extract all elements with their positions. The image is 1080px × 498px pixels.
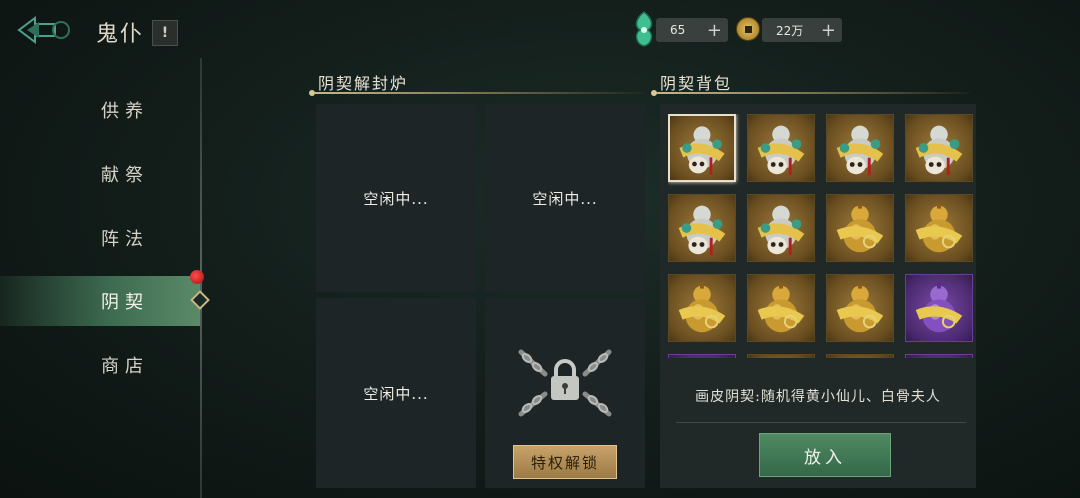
bag-item-slot[interactable] bbox=[747, 354, 815, 358]
jade-add-button[interactable]: + bbox=[707, 20, 722, 41]
bag-item-slot[interactable] bbox=[747, 114, 815, 182]
gourd-purple-icon bbox=[915, 282, 963, 333]
sidebar-item-shop[interactable]: 商店 bbox=[0, 340, 200, 390]
chain-lock-icon bbox=[518, 349, 612, 417]
gourd-gold-icon bbox=[915, 202, 963, 253]
jade-amount: 65 bbox=[670, 23, 686, 37]
bag-item-slot[interactable] bbox=[668, 194, 736, 262]
page-title: 鬼仆 bbox=[96, 22, 145, 47]
sidebar-item-label: 供养 bbox=[101, 101, 149, 122]
bag-item-slot[interactable] bbox=[826, 194, 894, 262]
sidebar: 供养 献祭 阵法 阴契 商店 bbox=[0, 58, 215, 498]
bag-item-slot[interactable] bbox=[905, 114, 973, 182]
sidebar-item-label: 阵法 bbox=[101, 229, 149, 250]
slot-status: 空闲中... bbox=[363, 384, 429, 403]
section-divider bbox=[656, 92, 970, 94]
item-description: 画皮阴契:随机得黄小仙儿、白骨夫人 bbox=[695, 389, 941, 405]
jade-icon bbox=[635, 11, 653, 47]
gourd-skull-icon bbox=[678, 205, 726, 256]
gourd-skull-icon bbox=[915, 125, 963, 176]
gourd-skull-icon bbox=[836, 125, 884, 176]
bag-panel bbox=[660, 104, 976, 488]
gourd-skull-icon bbox=[757, 205, 805, 256]
bag-grid bbox=[668, 114, 978, 358]
furnace-slot-3[interactable]: 空闲中... bbox=[316, 298, 476, 488]
slot-status: 空闲中... bbox=[363, 189, 429, 208]
info-button[interactable]: ! bbox=[152, 20, 178, 46]
gourd-skull-icon bbox=[679, 126, 725, 175]
bag-item-slot[interactable] bbox=[826, 274, 894, 342]
coin-icon bbox=[736, 17, 760, 41]
slot-status: 空闲中... bbox=[532, 189, 598, 208]
exclamation-icon: ! bbox=[161, 25, 169, 41]
put-in-button[interactable]: 放入 bbox=[759, 433, 891, 477]
bag-item-slot[interactable] bbox=[668, 354, 736, 358]
back-button[interactable] bbox=[14, 8, 76, 52]
description-divider bbox=[676, 422, 966, 423]
top-bar: 鬼仆 ! 65 + 22万 + bbox=[0, 0, 1080, 58]
sidebar-item-sacrifice[interactable]: 献祭 bbox=[0, 149, 200, 199]
coin-currency: 22万 + bbox=[762, 18, 842, 42]
section-divider bbox=[314, 92, 644, 94]
jade-currency: 65 + bbox=[656, 18, 728, 42]
bag-item-slot[interactable] bbox=[826, 354, 894, 358]
sidebar-item-offering[interactable]: 供养 bbox=[0, 85, 200, 135]
sidebar-item-label: 商店 bbox=[101, 356, 149, 377]
furnace-slot-1[interactable]: 空闲中... bbox=[316, 104, 476, 292]
furnace-title: 阴契解封炉 bbox=[318, 74, 409, 93]
sidebar-item-label: 阴契 bbox=[101, 292, 149, 313]
back-arrow-icon bbox=[17, 16, 70, 44]
furnace-slot-2[interactable]: 空闲中... bbox=[485, 104, 645, 292]
sidebar-item-yinqi[interactable]: 阴契 bbox=[0, 276, 200, 326]
notification-dot bbox=[190, 270, 204, 284]
sidebar-item-formation[interactable]: 阵法 bbox=[0, 213, 200, 263]
bag-item-slot[interactable] bbox=[826, 114, 894, 182]
bag-item-slot[interactable] bbox=[905, 194, 973, 262]
bag-item-slot[interactable] bbox=[905, 274, 973, 342]
gourd-gold-icon bbox=[836, 282, 884, 333]
bag-item-slot[interactable] bbox=[668, 274, 736, 342]
bag-item-slot[interactable] bbox=[668, 114, 736, 182]
gourd-skull-icon bbox=[757, 125, 805, 176]
bag-item-slot[interactable] bbox=[905, 354, 973, 358]
coin-add-button[interactable]: + bbox=[821, 20, 836, 41]
sidebar-item-label: 献祭 bbox=[101, 165, 149, 186]
gourd-gold-icon bbox=[678, 282, 726, 333]
coin-amount: 22万 bbox=[776, 23, 804, 38]
gourd-gold-icon bbox=[757, 282, 805, 333]
bag-item-slot[interactable] bbox=[747, 194, 815, 262]
bag-title: 阴契背包 bbox=[660, 74, 733, 93]
privilege-unlock-button[interactable]: 特权解锁 bbox=[513, 445, 617, 479]
bag-item-slot[interactable] bbox=[747, 274, 815, 342]
gourd-gold-icon bbox=[836, 202, 884, 253]
